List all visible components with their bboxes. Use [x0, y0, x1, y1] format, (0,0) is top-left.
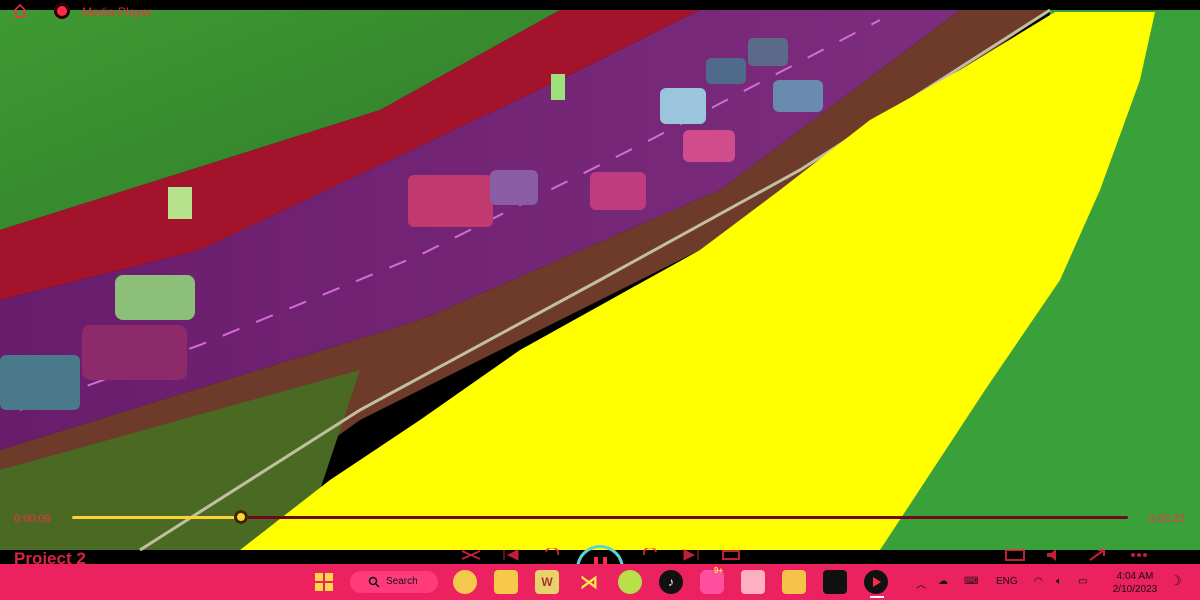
battery-icon[interactable]: ▭: [1078, 576, 1087, 587]
clock[interactable]: 4:04 AM 2/10/2023: [1104, 570, 1166, 596]
speaker-icon[interactable]: 🔈︎: [1056, 576, 1062, 587]
visual-studio-code-icon[interactable]: ⋊: [577, 570, 601, 594]
discord-icon[interactable]: 9+: [700, 566, 724, 594]
clock-date: 2/10/2023: [1112, 584, 1158, 595]
search-icon: [368, 576, 380, 588]
rewind-icon[interactable]: [540, 548, 562, 562]
discord-badge: 9+: [714, 566, 724, 575]
seek-thumb[interactable]: [233, 510, 248, 524]
volume-icon[interactable]: [1044, 548, 1066, 562]
media-player-taskbar-icon[interactable]: [864, 570, 888, 594]
start-icon[interactable]: [312, 570, 336, 594]
chevron-up-icon[interactable]: ︿: [916, 576, 926, 591]
teams-icon[interactable]: [741, 570, 765, 594]
window-title: Media Player: [82, 5, 153, 19]
seek-bar-fill: [72, 516, 241, 519]
fast-forward-icon[interactable]: [640, 548, 662, 562]
word-icon[interactable]: W: [535, 570, 559, 594]
spotify-icon[interactable]: [618, 570, 642, 594]
search-label: Search: [386, 576, 418, 587]
cloud-icon[interactable]: ☁: [938, 576, 948, 587]
moon-icon[interactable]: ☽: [1170, 573, 1182, 589]
keyboard-icon[interactable]: ⌨: [964, 576, 978, 587]
shuffle-icon[interactable]: [460, 548, 482, 562]
game-icon[interactable]: [782, 570, 806, 594]
repeat-icon[interactable]: [720, 548, 742, 562]
fullscreen-icon[interactable]: [1086, 548, 1108, 562]
title-bar: Media Player: [0, 0, 1200, 22]
video-frame[interactable]: [0, 0, 1200, 600]
next-icon[interactable]: [680, 548, 702, 562]
search-box[interactable]: Search: [350, 571, 438, 593]
cast-icon[interactable]: [1004, 548, 1026, 562]
clock-time: 4:04 AM: [1116, 571, 1154, 582]
chrome-icon[interactable]: [453, 570, 477, 594]
media-player-icon: [54, 3, 70, 19]
previous-icon[interactable]: [500, 548, 522, 562]
file-explorer-icon[interactable]: [494, 570, 518, 594]
wifi-icon[interactable]: ◠: [1034, 576, 1043, 587]
total-time: 0:00:22: [1148, 513, 1185, 525]
elapsed-time: 0:00:09: [14, 513, 51, 525]
more-options-icon[interactable]: [1128, 548, 1150, 562]
language-indicator[interactable]: ENG: [996, 576, 1018, 587]
terminal-icon[interactable]: [823, 570, 847, 594]
home-icon[interactable]: [12, 3, 28, 19]
active-app-indicator: [870, 596, 884, 598]
tiktok-icon[interactable]: ♪: [659, 570, 683, 594]
